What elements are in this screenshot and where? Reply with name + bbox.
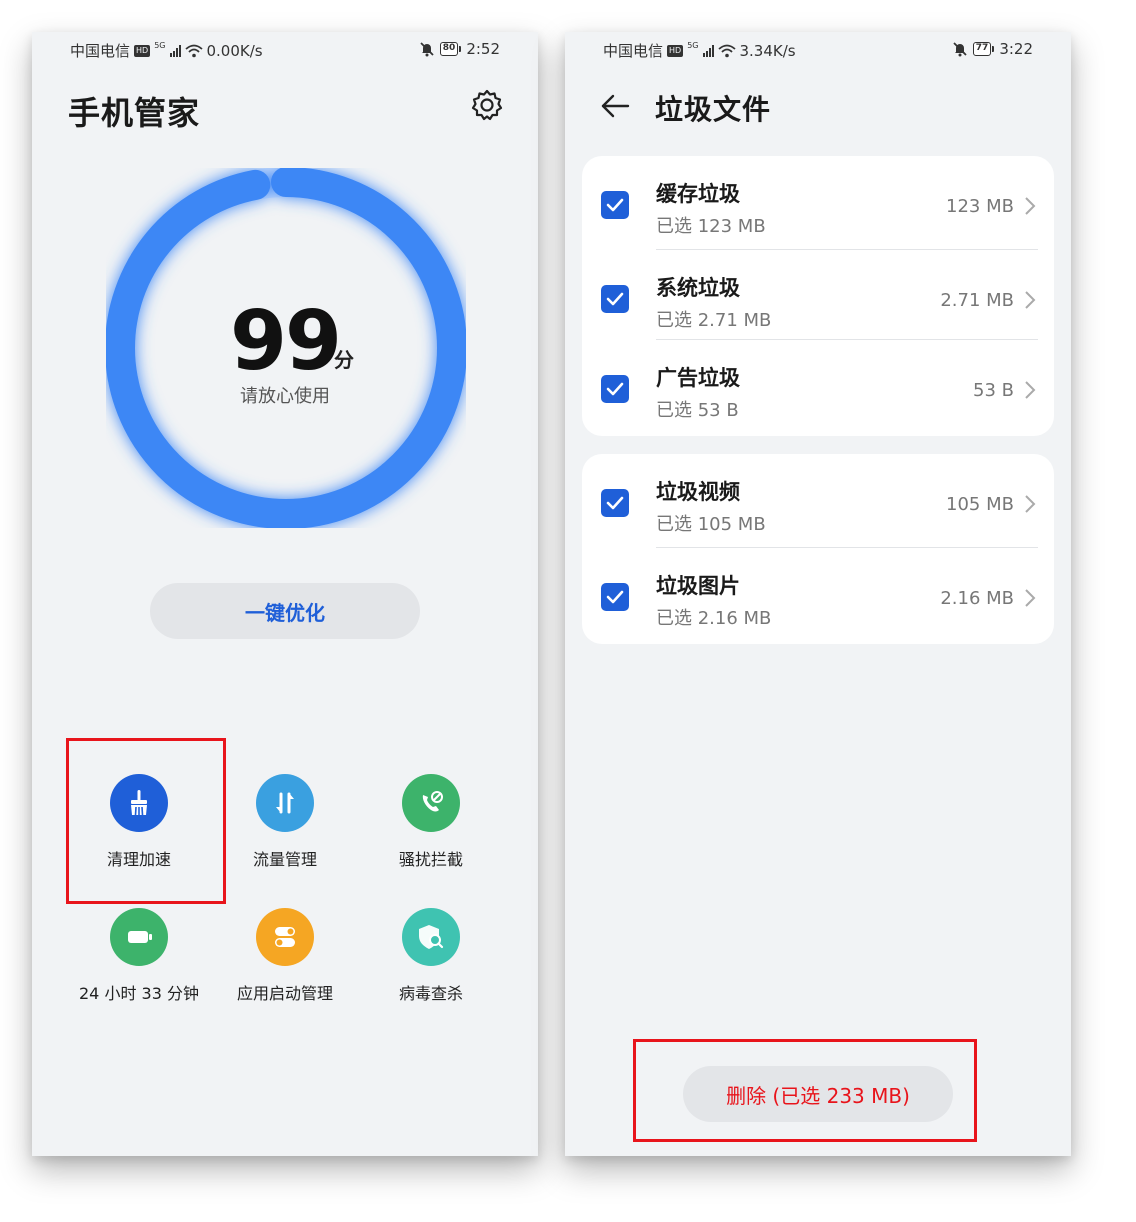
battery-status-icon: 80: [439, 42, 462, 56]
phone-block-icon: [402, 774, 460, 832]
score-value: 99: [229, 294, 342, 389]
mute-bell-icon: [953, 42, 967, 57]
junk-item-size: 2.16 MB: [940, 588, 1014, 609]
junk-item-selected: 已选 105 MB: [656, 514, 766, 535]
network-speed: 0.00K/s: [206, 41, 263, 60]
toggle-icon: [256, 908, 314, 966]
battery-status-icon: 77: [972, 42, 995, 56]
hd-badge: HD: [134, 44, 151, 57]
battery-icon: [110, 908, 168, 966]
data-transfer-icon: [256, 774, 314, 832]
tool-app-launch[interactable]: 应用启动管理: [212, 908, 358, 1004]
tool-label: 骚扰拦截: [398, 850, 463, 869]
score-message: 请放心使用: [240, 386, 330, 407]
junk-item-title: 缓存垃圾: [656, 182, 740, 206]
network-type: 5G: [154, 41, 166, 50]
junk-item-images[interactable]: 垃圾图片 已选 2.16 MB 2.16 MB: [582, 548, 1054, 644]
junk-item-title: 系统垃圾: [656, 276, 740, 300]
junk-item-videos[interactable]: 垃圾视频 已选 105 MB 105 MB: [582, 454, 1054, 548]
phone-manager-screen: 中国电信 HD 5G 0.00K/s 80 2:52 手机管家 99 分 请放心…: [32, 32, 538, 1156]
checkbox-checked[interactable]: [601, 285, 629, 313]
chevron-right-icon: [1025, 291, 1036, 309]
tool-label: 24 小时 33 分钟: [79, 984, 199, 1003]
carrier-label: 中国电信: [603, 42, 664, 60]
mute-bell-icon: [420, 42, 434, 57]
checkbox-checked[interactable]: [601, 191, 629, 219]
chevron-right-icon: [1025, 381, 1036, 399]
checkbox-checked[interactable]: [601, 375, 629, 403]
clock: 3:22: [999, 40, 1033, 58]
junk-group-card: 垃圾视频 已选 105 MB 105 MB 垃圾图片 已选 2.16 MB 2.…: [582, 454, 1054, 644]
junk-item-size: 123 MB: [946, 196, 1014, 217]
battery-level: 77: [972, 42, 992, 56]
tool-label: 应用启动管理: [236, 984, 333, 1003]
wifi-icon: [717, 44, 736, 57]
tool-virus-scan[interactable]: 病毒查杀: [358, 908, 504, 1004]
score-value-wrapper: 99: [32, 294, 538, 389]
network-speed: 3.34K/s: [739, 41, 796, 60]
chevron-right-icon: [1025, 589, 1036, 607]
junk-item-cache[interactable]: 缓存垃圾 已选 123 MB 123 MB: [582, 156, 1054, 250]
junk-item-ads[interactable]: 广告垃圾 已选 53 B 53 B: [582, 340, 1054, 436]
status-bar: 中国电信 HD 5G 3.34K/s 77 3:22: [565, 32, 1071, 68]
junk-item-title: 广告垃圾: [656, 366, 740, 390]
highlight-box: [66, 738, 226, 904]
one-click-optimize-button[interactable]: 一键优化: [150, 583, 420, 639]
junk-item-title: 垃圾图片: [656, 574, 740, 598]
status-bar: 中国电信 HD 5G 0.00K/s 80 2:52: [32, 32, 538, 68]
tool-label: 病毒查杀: [398, 984, 463, 1003]
gear-icon[interactable]: [470, 88, 504, 122]
signal-icon: [169, 44, 181, 57]
junk-item-selected: 已选 123 MB: [656, 216, 766, 237]
checkbox-checked[interactable]: [601, 489, 629, 517]
tool-battery[interactable]: 24 小时 33 分钟: [66, 908, 212, 1004]
junk-item-title: 垃圾视频: [656, 480, 740, 504]
highlight-box: [633, 1039, 977, 1142]
wifi-icon: [184, 44, 203, 57]
junk-item-selected: 已选 53 B: [656, 400, 739, 421]
battery-level: 80: [439, 42, 459, 56]
junk-item-size: 53 B: [973, 380, 1014, 401]
checkbox-checked[interactable]: [601, 583, 629, 611]
tool-label: 流量管理: [252, 850, 317, 869]
page-title: 垃圾文件: [655, 93, 772, 126]
tool-data-management[interactable]: 流量管理: [212, 774, 358, 870]
network-type: 5G: [687, 41, 699, 50]
page-title: 手机管家: [68, 94, 201, 132]
hd-badge: HD: [667, 44, 684, 57]
signal-icon: [702, 44, 714, 57]
junk-files-screen: 中国电信 HD 5G 3.34K/s 77 3:22 垃圾文件 缓存垃圾 已选 …: [565, 32, 1071, 1156]
score-unit: 分: [334, 348, 354, 372]
chevron-right-icon: [1025, 495, 1036, 513]
junk-group-card: 缓存垃圾 已选 123 MB 123 MB 系统垃圾 已选 2.71 MB 2.…: [582, 156, 1054, 436]
back-arrow-icon[interactable]: [599, 90, 631, 122]
junk-item-selected: 已选 2.71 MB: [656, 310, 772, 331]
junk-item-size: 2.71 MB: [940, 290, 1014, 311]
chevron-right-icon: [1025, 197, 1036, 215]
junk-item-system[interactable]: 系统垃圾 已选 2.71 MB 2.71 MB: [582, 250, 1054, 340]
tool-harassment-block[interactable]: 骚扰拦截: [358, 774, 504, 870]
clock: 2:52: [466, 40, 500, 58]
shield-search-icon: [402, 908, 460, 966]
carrier-label: 中国电信: [70, 42, 131, 60]
junk-item-selected: 已选 2.16 MB: [656, 608, 772, 629]
junk-item-size: 105 MB: [946, 494, 1014, 515]
